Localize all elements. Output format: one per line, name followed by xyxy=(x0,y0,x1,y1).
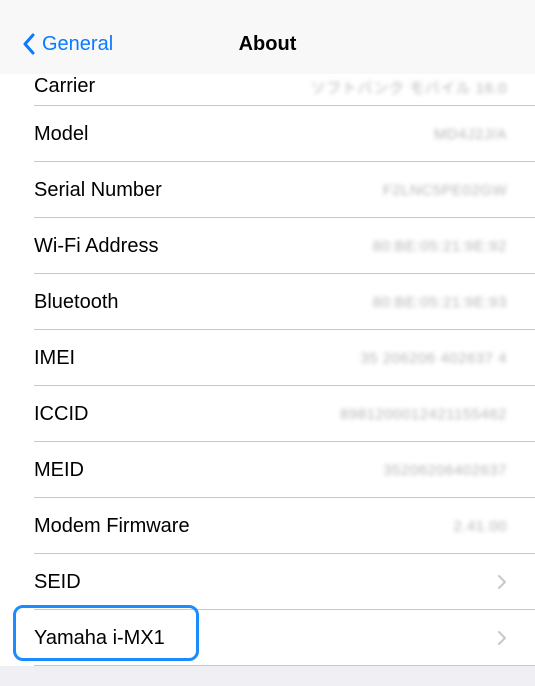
row-label: MEID xyxy=(34,458,84,481)
row-modem-firmware: Modem Firmware 2.41.00 xyxy=(0,498,535,554)
row-value: 35206206402637 xyxy=(383,461,507,479)
row-label: Serial Number xyxy=(34,178,162,201)
row-iccid: ICCID 8981200012421155462 xyxy=(0,386,535,442)
row-imei: IMEI 35 206206 402637 4 xyxy=(0,330,535,386)
row-wifi-address: Wi-Fi Address 80:BE:05:21:9E:92 xyxy=(0,218,535,274)
row-bluetooth: Bluetooth 80:BE:05:21:9E:93 xyxy=(0,274,535,330)
row-value: 8981200012421155462 xyxy=(340,405,507,423)
row-label: Carrier xyxy=(34,75,96,97)
row-label: Model xyxy=(34,122,89,145)
chevron-right-icon xyxy=(497,574,507,590)
row-meid: MEID 35206206402637 xyxy=(0,442,535,498)
row-value: 80:BE:05:21:9E:92 xyxy=(372,237,507,255)
chevron-right-icon xyxy=(497,630,507,646)
row-yamaha-imx1[interactable]: Yamaha i-MX1 xyxy=(0,610,535,666)
row-label: Modem Firmware xyxy=(34,514,190,537)
row-label: Yamaha i-MX1 xyxy=(34,626,165,649)
row-value: 35 206206 402637 4 xyxy=(360,349,507,367)
row-value: MD4J2J/A xyxy=(433,125,507,143)
row-label: ICCID xyxy=(34,402,89,425)
about-list: Carrier ソフトバンク モバイル 16.0 Model MD4J2J/A … xyxy=(0,62,535,666)
list-footer xyxy=(0,668,535,686)
page-title: About xyxy=(238,32,297,55)
row-label: Bluetooth xyxy=(34,290,119,313)
row-label: SEID xyxy=(34,570,81,593)
row-value: ソフトバンク モバイル 16.0 xyxy=(310,80,507,97)
row-value: F2LNC5PE02GW xyxy=(382,181,507,199)
row-model: Model MD4J2J/A xyxy=(0,106,535,162)
row-label: IMEI xyxy=(34,346,76,369)
row-serial-number: Serial Number F2LNC5PE02GW xyxy=(0,162,535,218)
row-value: 80:BE:05:21:9E:93 xyxy=(372,293,507,311)
navigation-bar: General About xyxy=(0,0,535,74)
row-seid[interactable]: SEID xyxy=(0,554,535,610)
row-value: 2.41.00 xyxy=(453,517,507,535)
row-label: Wi-Fi Address xyxy=(34,234,159,257)
